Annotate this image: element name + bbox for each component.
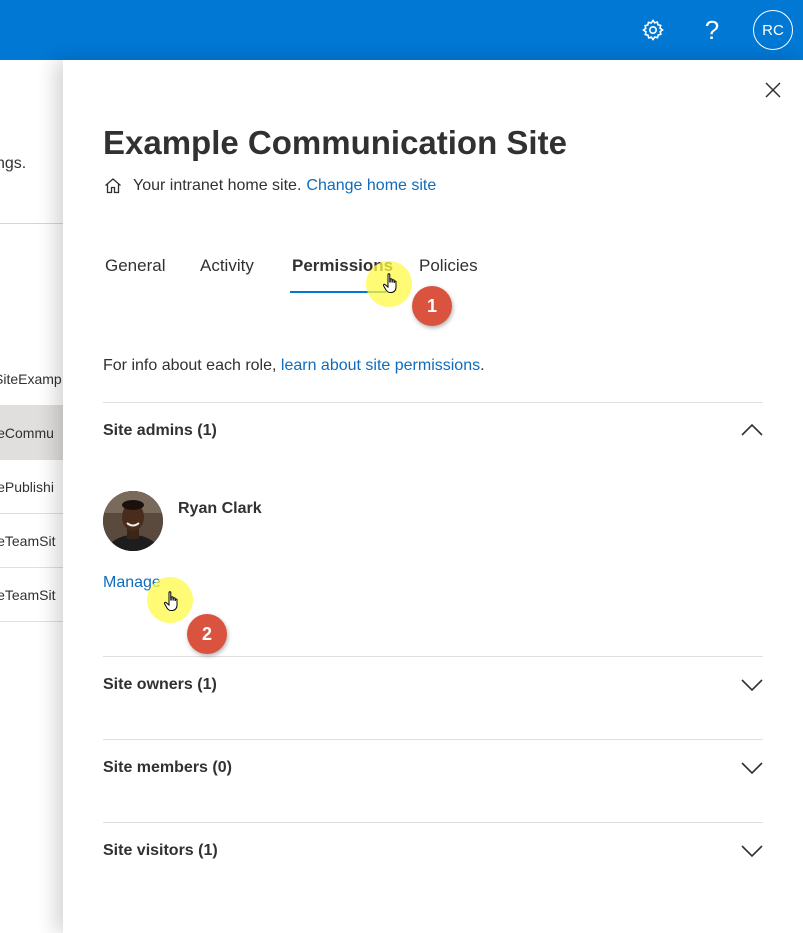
site-list-row[interactable]: SiteExamp [0,352,70,406]
step-badge-2: 2 [187,614,227,654]
learn-site-permissions-link[interactable]: learn about site permissions [281,357,480,374]
background-description: ngs. [0,155,27,172]
avatar [103,491,163,551]
hand-cursor-icon [163,591,178,611]
tab-general[interactable]: General [105,256,165,276]
section-divider [103,822,763,823]
help-icon[interactable]: ? [696,14,728,46]
tab-policies[interactable]: Policies [419,256,478,276]
permissions-info: For info about each role, learn about si… [103,357,485,374]
section-divider [103,656,763,657]
chevron-up-icon[interactable] [740,422,764,438]
section-site-members[interactable]: Site members (0) [103,759,232,777]
user-avatar-button[interactable]: RC [753,10,793,50]
gear-icon[interactable] [637,14,669,46]
change-home-site-link[interactable]: Change home site [306,177,436,195]
site-details-panel: Example Communication Site Your intranet… [63,60,803,933]
panel-title: Example Communication Site [103,124,567,161]
section-site-visitors[interactable]: Site visitors (1) [103,842,218,860]
background-page: ngs. SiteExamp leCommu lePublishi leTeam… [0,60,70,933]
tab-activity[interactable]: Activity [200,256,254,276]
site-list-row-selected[interactable]: leCommu [0,406,70,460]
site-list-row[interactable]: leTeamSit [0,514,70,568]
home-icon [105,178,121,194]
section-divider [103,739,763,740]
home-site-row: Your intranet home site. Change home sit… [103,176,436,196]
step-badge-1: 1 [412,286,452,326]
hand-cursor-icon [382,273,397,293]
close-icon[interactable] [761,78,785,102]
chevron-down-icon[interactable] [740,760,764,776]
section-divider [103,402,763,403]
section-site-owners[interactable]: Site owners (1) [103,676,217,694]
admin-name: Ryan Clark [178,500,262,517]
home-site-text: Your intranet home site. [133,177,302,194]
background-divider [0,223,70,224]
top-suite-bar: ? RC [0,0,803,60]
site-list-row[interactable]: lePublishi [0,460,70,514]
section-site-admins[interactable]: Site admins (1) [103,422,217,440]
site-list-row[interactable]: leTeamSit [0,568,70,622]
chevron-down-icon[interactable] [740,677,764,693]
chevron-down-icon[interactable] [740,843,764,859]
